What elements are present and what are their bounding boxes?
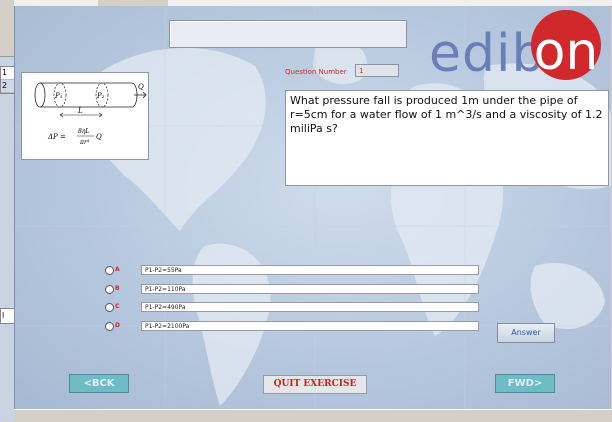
back-button[interactable]: <BCK bbox=[69, 374, 129, 393]
background-list-row[interactable]: 1 bbox=[1, 67, 15, 80]
question-number-label: Question Number bbox=[285, 68, 347, 76]
formula-diagram: P₁ P₂ Q L ΔP = 8ηL πr⁴ Q bbox=[21, 72, 149, 160]
option-c-letter: C bbox=[115, 303, 120, 310]
question-text: What pressure fall is produced 1m under … bbox=[285, 90, 609, 186]
option-a-radio[interactable] bbox=[105, 266, 114, 275]
logo-circle: on bbox=[531, 10, 601, 80]
quit-exercise-button[interactable]: QUIT EXERCISE bbox=[263, 375, 367, 394]
exercise-panel: edib on Question Number 1 P₁ P₂ Q L ΔP =… bbox=[14, 6, 611, 409]
option-row-b: B P1-P2=110Pa bbox=[105, 284, 485, 298]
option-a-letter: A bbox=[115, 266, 120, 273]
option-row-a: A P1-P2=55Pa bbox=[105, 265, 485, 279]
equation-tail: Q bbox=[96, 133, 102, 141]
pipe-p1-label: P₁ bbox=[54, 92, 63, 100]
edibon-logo: edib on bbox=[429, 6, 611, 84]
pipe-diagram: P₁ P₂ Q L ΔP = 8ηL πr⁴ Q bbox=[34, 82, 147, 146]
option-d-field: P1-P2=2100Pa bbox=[141, 321, 479, 331]
logo-circle-text: on bbox=[533, 22, 599, 82]
option-b-radio[interactable] bbox=[105, 285, 114, 294]
background-window: 1 2 l bbox=[0, 0, 16, 421]
exercise-title-field bbox=[169, 20, 407, 48]
logo-text: edib bbox=[429, 24, 546, 84]
status-bar bbox=[14, 409, 612, 422]
forward-button[interactable]: FWD> bbox=[495, 374, 555, 393]
equation-numerator: 8ηL bbox=[78, 128, 89, 135]
option-b-field: P1-P2=110Pa bbox=[141, 284, 479, 294]
answer-button[interactable]: Answer bbox=[497, 323, 555, 343]
background-list-row[interactable]: 2 bbox=[1, 80, 15, 93]
option-d-radio[interactable] bbox=[105, 322, 114, 331]
equation-denominator: πr⁴ bbox=[79, 139, 90, 146]
option-row-c: C P1-P2=490Pa bbox=[105, 302, 485, 316]
background-cell: l bbox=[0, 308, 15, 324]
question-number-field: 1 bbox=[355, 64, 399, 77]
option-b-letter: B bbox=[115, 285, 120, 292]
option-d-letter: D bbox=[115, 322, 120, 329]
pipe-length-label: L bbox=[77, 107, 83, 115]
option-c-field: P1-P2=490Pa bbox=[141, 302, 479, 312]
background-toolbar bbox=[0, 0, 14, 57]
option-a-field: P1-P2=55Pa bbox=[141, 265, 479, 275]
option-c-radio[interactable] bbox=[105, 303, 114, 312]
pipe-flow-label: Q bbox=[138, 83, 144, 91]
option-row-d: D P1-P2=2100Pa bbox=[105, 321, 485, 335]
pipe-p2-label: P₂ bbox=[96, 92, 105, 100]
equation-lhs: ΔP = bbox=[47, 133, 66, 141]
